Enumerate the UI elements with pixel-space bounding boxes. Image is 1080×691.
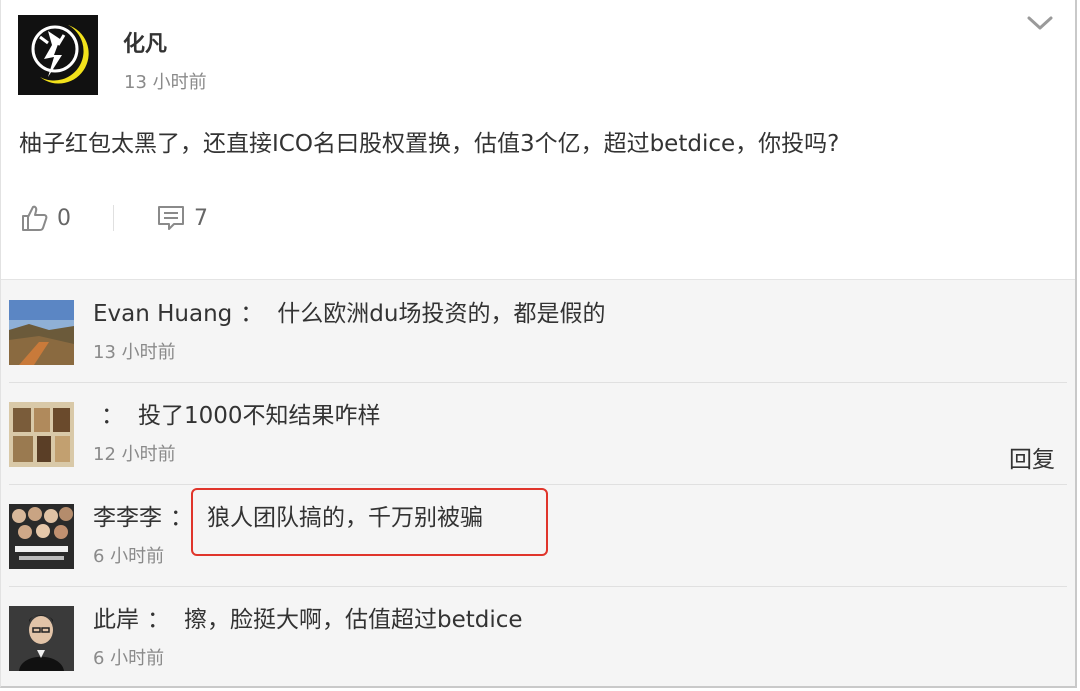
comment-item: 此岸 ： 擦，脸挺大啊，估值超过betdice 6 小时前	[9, 586, 1067, 686]
comment-line: ： 投了1000不知结果咋样	[93, 400, 1047, 432]
shelf-avatar-image	[9, 402, 74, 467]
comment-item: 李李李 ： 狼人团队搞的，千万别被骗 6 小时前	[9, 484, 1067, 587]
commenter-name[interactable]: 李李李	[93, 505, 162, 531]
like-button[interactable]: 0	[19, 203, 71, 233]
like-count: 0	[57, 205, 71, 231]
commenter-avatar[interactable]	[9, 402, 74, 467]
post: 化凡 13 小时前 柚子红包太黑了，还直接ICO名曰股权置换，估值3个亿，超过b…	[1, 0, 1075, 280]
author-avatar[interactable]	[18, 15, 98, 95]
comment-body: Evan Huang ： 什么欧洲du场投资的，都是假的 13 小时前	[93, 298, 1047, 364]
chevron-down-icon[interactable]	[1025, 12, 1055, 34]
group-faces-avatar-image	[9, 504, 74, 569]
comment-timestamp: 13 小时前	[93, 342, 176, 363]
post-actions: 0 7	[19, 198, 208, 238]
comment-body: 此岸 ： 擦，脸挺大啊，估值超过betdice 6 小时前	[93, 604, 1047, 670]
commenter-avatar[interactable]	[9, 504, 74, 569]
comment-timestamp: 6 小时前	[93, 648, 165, 669]
author-name[interactable]: 化凡	[123, 26, 167, 58]
thumbs-up-icon	[22, 205, 48, 231]
comment-body: 李李李 ： 狼人团队搞的，千万别被骗 6 小时前	[93, 502, 1047, 568]
comment-list: Evan Huang ： 什么欧洲du场投资的，都是假的 13 小时前 ： 投了10…	[1, 280, 1075, 686]
comment-text: 狼人团队搞的，千万别被骗	[207, 505, 483, 531]
portrait-avatar-image	[9, 606, 74, 671]
comment-icon	[158, 206, 184, 230]
commenter-avatar[interactable]	[9, 606, 74, 671]
comment-separator: ：	[147, 607, 170, 633]
comment-line: 李李李 ： 狼人团队搞的，千万别被骗	[93, 502, 1047, 534]
comment-line: Evan Huang ： 什么欧洲du场投资的，都是假的	[93, 298, 1047, 330]
comment-separator: ：	[240, 301, 264, 327]
post-card: 化凡 13 小时前 柚子红包太黑了，还直接ICO名曰股权置换，估值3个亿，超过b…	[0, 0, 1077, 688]
comment-button[interactable]: 7	[156, 203, 208, 233]
action-divider	[113, 205, 114, 231]
comment-body: ： 投了1000不知结果咋样 12 小时前	[93, 400, 1047, 466]
post-timestamp: 13 小时前	[124, 72, 207, 93]
comment-item: Evan Huang ： 什么欧洲du场投资的，都是假的 13 小时前	[9, 280, 1067, 383]
comment-text: 什么欧洲du场投资的，都是假的	[277, 301, 606, 327]
landscape-avatar-image	[9, 300, 74, 365]
comment-text: 擦，脸挺大啊，估值超过betdice	[184, 607, 523, 633]
commenter-avatar[interactable]	[9, 300, 74, 365]
comment-separator: ：	[170, 505, 193, 531]
comment-count: 7	[194, 205, 208, 231]
commenter-name[interactable]: 此岸	[93, 607, 139, 633]
comment-line: 此岸 ： 擦，脸挺大啊，估值超过betdice	[93, 604, 1047, 636]
comment-timestamp: 6 小时前	[93, 546, 165, 567]
commenter-name[interactable]: Evan Huang	[93, 301, 232, 327]
post-content: 柚子红包太黑了，还直接ICO名曰股权置换，估值3个亿，超过betdice，你投吗…	[19, 131, 840, 157]
sailor-moon-avatar-image	[18, 15, 98, 95]
comment-timestamp: 12 小时前	[93, 444, 176, 465]
comment-separator: ：	[101, 403, 124, 429]
comment-item: ： 投了1000不知结果咋样 12 小时前 回复	[9, 382, 1067, 485]
reply-button[interactable]: 回复	[1009, 440, 1055, 474]
comment-text: 投了1000不知结果咋样	[138, 403, 381, 429]
